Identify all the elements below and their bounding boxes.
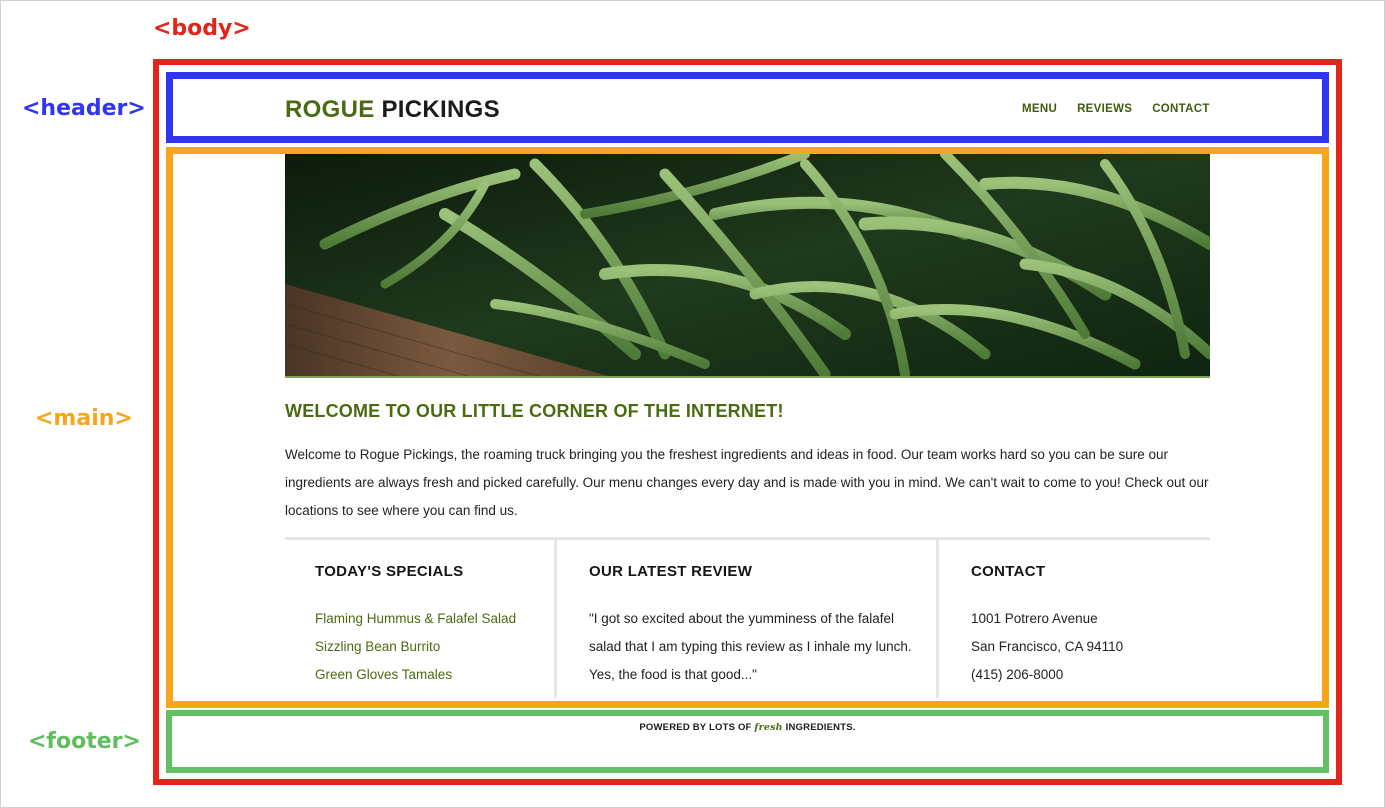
- main-annotation-label: <main>: [35, 406, 133, 431]
- contact-address: 1001 Potrero Avenue: [971, 611, 1098, 626]
- footer-outline: [166, 710, 1329, 773]
- body-annotation-label: <body>: [153, 16, 251, 41]
- nav-link-contact[interactable]: CONTACT: [1152, 103, 1209, 115]
- nav-link-reviews[interactable]: REVIEWS: [1077, 103, 1132, 115]
- special-link[interactable]: Flaming Hummus & Falafel Salad: [315, 611, 516, 626]
- nav-link-menu[interactable]: MENU: [1022, 103, 1057, 115]
- hero-image: [285, 154, 1210, 378]
- brand-word-pickings: PICKINGS: [381, 96, 500, 123]
- special-link[interactable]: Sizzling Bean Burrito: [315, 639, 440, 654]
- section-divider: [285, 537, 1210, 540]
- specials-heading: TODAY'S SPECIALS: [315, 563, 464, 580]
- footer-suffix: INGREDIENTS.: [785, 722, 856, 733]
- column-divider: [554, 540, 557, 698]
- column-divider: [936, 540, 939, 698]
- specials-list: Flaming Hummus & Falafel Salad Sizzling …: [315, 605, 516, 689]
- brand-word-rogue: ROGUE: [285, 96, 375, 123]
- welcome-heading: WELCOME TO OUR LITTLE CORNER OF THE INTE…: [285, 401, 784, 421]
- footer-tagline: POWERED BY LOTS OF fresh INGREDIENTS.: [0, 722, 1385, 733]
- contact-heading: CONTACT: [971, 563, 1046, 580]
- list-item: Sizzling Bean Burrito: [315, 633, 516, 661]
- footer-prefix: POWERED BY LOTS OF: [639, 722, 752, 733]
- footer-fresh-word: fresh: [754, 722, 783, 733]
- welcome-paragraph: Welcome to Rogue Pickings, the roaming t…: [285, 447, 1209, 518]
- header-annotation-label: <header>: [22, 96, 146, 121]
- special-link[interactable]: Green Gloves Tamales: [315, 667, 452, 682]
- contact-city: San Francisco, CA 94110: [971, 639, 1124, 654]
- site-logo[interactable]: ROGUE PICKINGS: [285, 96, 500, 124]
- list-item: Green Gloves Tamales: [315, 661, 516, 689]
- list-item: Flaming Hummus & Falafel Salad: [315, 605, 516, 633]
- contact-details: 1001 Potrero Avenue San Francisco, CA 94…: [971, 605, 1123, 689]
- review-quote: "I got so excited about the yumminess of…: [589, 611, 912, 682]
- review-heading: OUR LATEST REVIEW: [589, 563, 753, 580]
- main-nav: MENU REVIEWS CONTACT: [1022, 103, 1210, 115]
- contact-phone: (415) 206-8000: [971, 667, 1064, 682]
